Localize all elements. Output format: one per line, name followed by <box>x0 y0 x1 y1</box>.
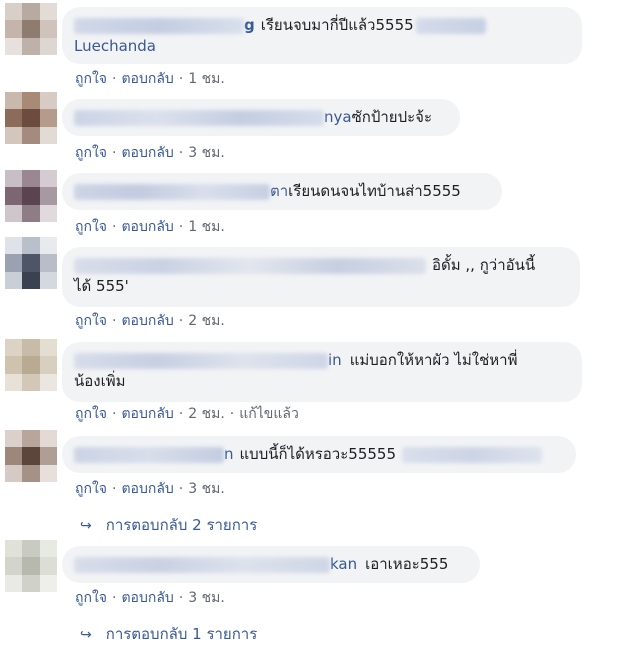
commenter-name-tail[interactable]: kan <box>330 554 357 575</box>
comment-actions: ถูกใจ · ตอบกลับ · 3 ชม. <box>75 145 225 161</box>
reply-arrow-icon: ↪ <box>80 518 92 534</box>
comment-time[interactable]: 2 ชม. <box>188 406 225 422</box>
avatar[interactable] <box>5 430 57 482</box>
like-link[interactable]: ถูกใจ <box>75 481 107 497</box>
reply-link[interactable]: ตอบกลับ <box>121 406 173 422</box>
blurred-tag[interactable] <box>415 17 486 34</box>
comment-actions: ถูกใจ · ตอบกลับ · 1 ชม. <box>75 71 225 87</box>
comment-line-1: ตา เรียนดนจนไทบ้านส่า5555 <box>74 181 490 202</box>
replies-count-label[interactable]: การตอบกลับ 2 รายการ <box>106 516 258 534</box>
comment-text: แม่บอกให้หาผัว ไม่ใช่หาพี่ <box>349 351 518 369</box>
comment-bubble: kan เอาเหอะ555 <box>62 546 480 583</box>
blurred-name[interactable] <box>74 257 426 274</box>
comment-line-2: น้องเพิ่ม <box>74 371 570 392</box>
view-replies-link[interactable]: ↪ การตอบกลับ 2 รายการ <box>80 513 257 537</box>
view-replies-link[interactable]: ↪ การตอบกลับ 1 รายการ <box>80 622 257 646</box>
comment-actions: ถูกใจ · ตอบกลับ · 1 ชม. <box>75 219 225 235</box>
comment-line-1: อิดั้ม ,, กูว่าอันนี้ <box>74 255 568 276</box>
blurred-name[interactable] <box>74 109 324 126</box>
replies-count-label[interactable]: การตอบกลับ 1 รายการ <box>106 625 258 643</box>
comment-bubble: ตา เรียนดนจนไทบ้านส่า5555 <box>62 173 502 210</box>
edited-label[interactable]: แก้ไขแล้ว <box>239 406 299 422</box>
commenter-name-tail[interactable]: g <box>244 15 255 36</box>
comment-line-1: n แบบนี้ก็ได้หรอวะ55555 <box>74 444 564 465</box>
comment-bubble: in แม่บอกให้หาผัว ไม่ใช่หาพี่ น้องเพิ่ม <box>62 342 582 402</box>
comment-text: เรียนดนจนไทบ้านส่า5555 <box>288 182 461 200</box>
comment-text: ซักป้ายปะจ้ะ <box>351 108 432 126</box>
comment-text-line-2: น้องเพิ่ม <box>74 372 126 390</box>
reply-link[interactable]: ตอบกลับ <box>121 145 173 161</box>
comment-time[interactable]: 1 ชม. <box>188 71 225 87</box>
blurred-name[interactable] <box>74 17 244 34</box>
comment-text: เอาเหอะ555 <box>365 555 449 573</box>
comment-line-1: in แม่บอกให้หาผัว ไม่ใช่หาพี่ <box>74 350 570 371</box>
avatar[interactable] <box>5 170 57 222</box>
tagged-name[interactable]: Luechanda <box>74 36 156 57</box>
comment-line-2: Luechanda <box>74 36 570 57</box>
avatar[interactable] <box>5 339 57 391</box>
reply-link[interactable]: ตอบกลับ <box>121 313 173 329</box>
like-link[interactable]: ถูกใจ <box>75 71 107 87</box>
commenter-name-tail[interactable]: ตา <box>270 181 288 202</box>
comment-time[interactable]: 1 ชม. <box>188 219 225 235</box>
comment-actions: ถูกใจ · ตอบกลับ · 2 ชม. · แก้ไขแล้ว <box>75 406 299 422</box>
blurred-name[interactable] <box>74 183 270 200</box>
blurred-name[interactable] <box>74 352 328 369</box>
comment-text: อิดั้ม ,, กูว่าอันนี้ <box>432 256 536 274</box>
comment-bubble: g เรียนจบมากี่ปีแล้ว5555 Luechanda <box>62 7 582 64</box>
avatar[interactable] <box>5 237 57 289</box>
comment-text: เรียนจบมากี่ปีแล้ว5555 <box>260 16 414 34</box>
comment-bubble: nya ซักป้ายปะจ้ะ <box>62 99 460 136</box>
avatar[interactable] <box>5 540 57 592</box>
comment-line-1: g เรียนจบมากี่ปีแล้ว5555 <box>74 15 570 36</box>
comment-time[interactable]: 3 ชม. <box>188 145 225 161</box>
comment-time[interactable]: 3 ชม. <box>188 590 225 606</box>
comment-actions: ถูกใจ · ตอบกลับ · 3 ชม. <box>75 590 225 606</box>
comment-actions: ถูกใจ · ตอบกลับ · 2 ชม. <box>75 313 225 329</box>
comment-line-2: ได้ 555' <box>74 276 568 297</box>
reply-arrow-icon: ↪ <box>80 627 92 643</box>
comment-text-line-2: ได้ 555' <box>74 277 129 295</box>
comment-time[interactable]: 3 ชม. <box>188 481 225 497</box>
blurred-name[interactable] <box>74 556 330 573</box>
commenter-name-tail[interactable]: n <box>224 444 234 465</box>
avatar[interactable] <box>5 3 57 55</box>
reply-link[interactable]: ตอบกลับ <box>121 219 173 235</box>
blurred-name[interactable] <box>74 446 224 463</box>
like-link[interactable]: ถูกใจ <box>75 313 107 329</box>
comment-bubble: อิดั้ม ,, กูว่าอันนี้ ได้ 555' <box>62 247 580 307</box>
commenter-name-tail[interactable]: in <box>328 350 342 371</box>
commenter-name-tail[interactable]: nya <box>324 107 352 128</box>
comment-line-1: kan เอาเหอะ555 <box>74 554 468 575</box>
like-link[interactable]: ถูกใจ <box>75 406 107 422</box>
like-link[interactable]: ถูกใจ <box>75 590 107 606</box>
blurred-tag[interactable] <box>402 446 542 463</box>
reply-link[interactable]: ตอบกลับ <box>121 71 173 87</box>
comment-line-1: nya ซักป้ายปะจ้ะ <box>74 107 448 128</box>
reply-link[interactable]: ตอบกลับ <box>121 481 173 497</box>
comment-text: แบบนี้ก็ได้หรอวะ55555 <box>239 445 396 463</box>
comment-actions: ถูกใจ · ตอบกลับ · 3 ชม. <box>75 481 225 497</box>
avatar[interactable] <box>5 92 57 144</box>
reply-link[interactable]: ตอบกลับ <box>121 590 173 606</box>
comment-time[interactable]: 2 ชม. <box>188 313 225 329</box>
comment-bubble: n แบบนี้ก็ได้หรอวะ55555 <box>62 436 576 473</box>
like-link[interactable]: ถูกใจ <box>75 145 107 161</box>
like-link[interactable]: ถูกใจ <box>75 219 107 235</box>
